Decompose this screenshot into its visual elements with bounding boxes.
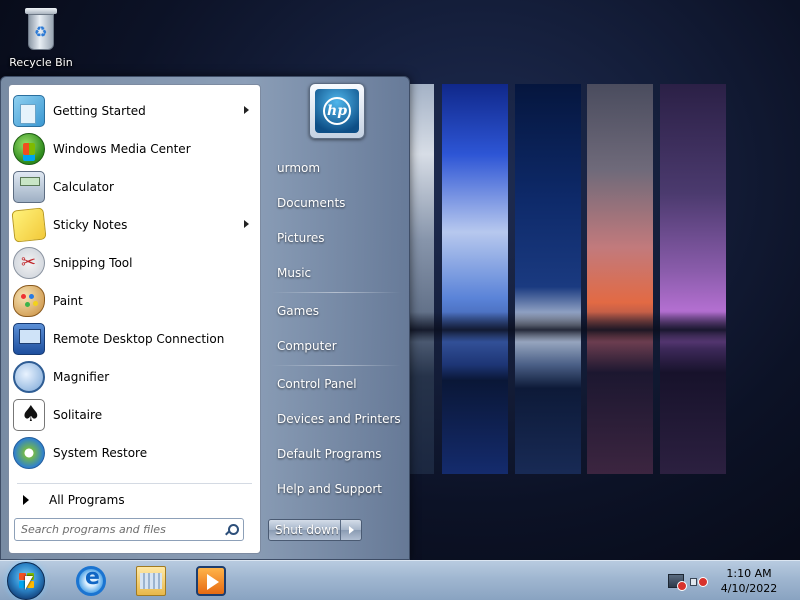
user-picture-tile[interactable]: hp	[309, 83, 365, 139]
program-remote-desktop-connection[interactable]: Remote Desktop Connection	[13, 321, 257, 357]
calculator-icon	[13, 171, 45, 203]
start-link-documents[interactable]: Documents	[267, 188, 403, 218]
network-disconnected-icon[interactable]	[668, 574, 687, 591]
submenu-arrow-icon[interactable]	[244, 220, 249, 228]
internet-explorer-icon	[76, 565, 106, 596]
wallpaper-panel	[660, 84, 726, 474]
taskbar-button-internet-explorer[interactable]	[64, 564, 120, 598]
taskbar: 1:10 AM 4/10/2022	[0, 560, 800, 600]
clock-date: 4/10/2022	[720, 582, 778, 595]
wallpaper-panel	[442, 84, 508, 474]
program-sticky-notes[interactable]: Sticky Notes	[11, 207, 257, 243]
taskbar-button-windows-explorer[interactable]	[124, 564, 180, 598]
start-link-control-panel[interactable]: Control Panel	[267, 369, 403, 399]
start-link-music[interactable]: Music	[267, 258, 403, 288]
wallpaper-horizon	[410, 312, 726, 342]
program-solitaire[interactable]: Solitaire	[13, 397, 257, 433]
wallpaper-panel	[587, 84, 653, 474]
all-programs-label: All Programs	[49, 493, 125, 507]
search-icon[interactable]	[225, 523, 239, 536]
start-menu-programs-pane: Getting Started Windows Media Center Cal…	[8, 84, 261, 554]
program-system-restore[interactable]: System Restore	[13, 435, 257, 471]
program-label: Magnifier	[53, 370, 110, 384]
magnifier-icon	[13, 361, 45, 393]
program-label: Calculator	[53, 180, 114, 194]
start-menu: Getting Started Windows Media Center Cal…	[0, 76, 410, 560]
getting-started-icon	[13, 95, 45, 127]
start-link-default-programs[interactable]: Default Programs	[267, 439, 403, 469]
search-box[interactable]	[14, 518, 244, 541]
sticky-notes-icon	[11, 207, 47, 243]
program-snipping-tool[interactable]: Snipping Tool	[13, 245, 257, 281]
start-link-computer[interactable]: Computer	[267, 331, 403, 361]
program-magnifier[interactable]: Magnifier	[13, 359, 257, 395]
taskbar-button-media-player[interactable]	[184, 564, 240, 598]
start-link-pictures[interactable]: Pictures	[267, 223, 403, 253]
start-link-games[interactable]: Games	[267, 296, 403, 326]
system-restore-icon	[13, 437, 45, 469]
program-label: Getting Started	[53, 104, 146, 118]
media-player-icon	[196, 566, 226, 596]
program-label: Snipping Tool	[53, 256, 133, 270]
program-label: System Restore	[53, 446, 148, 460]
program-windows-media-center[interactable]: Windows Media Center	[13, 131, 257, 167]
recycle-bin-icon	[23, 6, 59, 52]
program-paint[interactable]: Paint	[13, 283, 257, 319]
search-input[interactable]	[15, 523, 225, 536]
snipping-tool-icon	[13, 247, 45, 279]
shutdown-button[interactable]: Shut down	[269, 520, 341, 540]
solitaire-icon	[13, 399, 45, 431]
mouse-cursor-icon	[25, 576, 33, 590]
start-link-help-and-support[interactable]: Help and Support	[267, 474, 403, 504]
start-link-devices-and-printers[interactable]: Devices and Printers	[267, 404, 403, 434]
desktop-icon-label: Recycle Bin	[9, 56, 73, 69]
separator	[271, 365, 401, 366]
clock-time: 1:10 AM	[726, 567, 772, 580]
wallpaper-panel	[515, 84, 581, 474]
program-label: Windows Media Center	[53, 142, 191, 156]
hp-logo-icon: hp	[323, 97, 351, 125]
program-calculator[interactable]: Calculator	[13, 169, 257, 205]
program-getting-started[interactable]: Getting Started	[13, 93, 257, 129]
program-label: Solitaire	[53, 408, 103, 422]
windows-explorer-icon	[136, 566, 166, 596]
paint-icon	[13, 285, 45, 317]
volume-muted-icon[interactable]	[690, 574, 708, 588]
wallpaper-panel	[410, 84, 434, 474]
taskbar-clock[interactable]: 1:10 AM 4/10/2022	[714, 566, 784, 596]
windows-media-center-icon	[13, 133, 45, 165]
separator	[271, 292, 401, 293]
shutdown-control: Shut down	[268, 519, 362, 541]
triangle-right-icon	[23, 495, 29, 505]
program-label: Paint	[53, 294, 83, 308]
separator	[17, 483, 252, 484]
all-programs-button[interactable]: All Programs	[15, 487, 255, 513]
shutdown-options-arrow-icon[interactable]	[341, 520, 361, 540]
start-link-user-folder[interactable]: urmom	[267, 153, 403, 183]
program-label: Sticky Notes	[53, 218, 128, 232]
remote-desktop-icon	[13, 323, 45, 355]
desktop-icon-recycle-bin[interactable]: Recycle Bin	[6, 6, 76, 69]
submenu-arrow-icon[interactable]	[244, 106, 249, 114]
program-label: Remote Desktop Connection	[53, 332, 225, 346]
